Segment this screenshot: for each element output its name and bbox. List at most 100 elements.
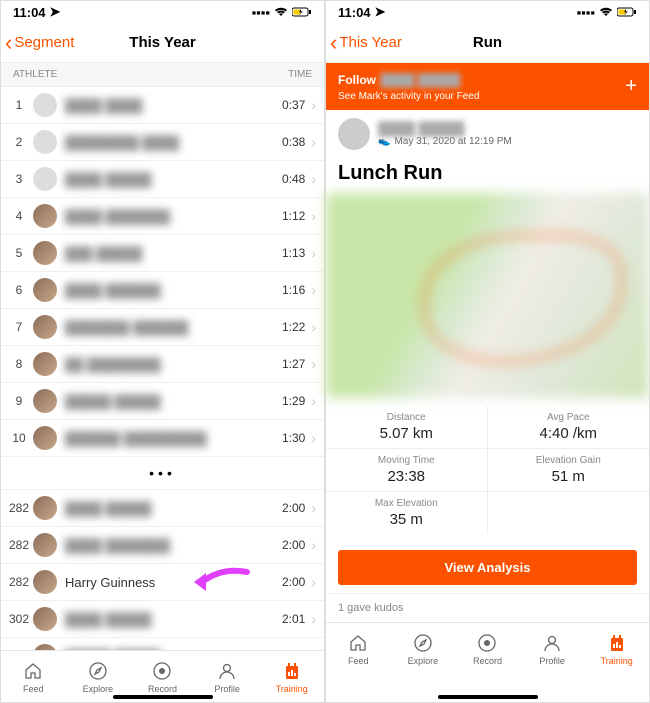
- tab-explore[interactable]: Explore: [391, 623, 456, 674]
- tab-profile[interactable]: Profile: [520, 623, 585, 674]
- profile-icon: [541, 632, 563, 654]
- compass-icon: [412, 632, 434, 654]
- activity-title: Lunch Run: [326, 158, 649, 193]
- leaderboard-row[interactable]: 302████ █████2:01›: [1, 601, 324, 638]
- leaderboard-row[interactable]: 282████ ███████2:00›: [1, 527, 324, 564]
- leaderboard-row[interactable]: 302█████ █████2:01›: [1, 638, 324, 650]
- leaderboard-list[interactable]: 1████ ████0:37›2████████ ████0:38›3████ …: [1, 87, 324, 650]
- leaderboard-row[interactable]: 282████ █████2:00›: [1, 490, 324, 527]
- athlete-name: ██ ████████: [65, 357, 282, 372]
- chevron-right-icon: ›: [311, 500, 316, 516]
- athlete-name: ████ ███████: [65, 538, 282, 553]
- athlete-name: ████ ████: [65, 98, 282, 113]
- tab-feed[interactable]: Feed: [326, 623, 391, 674]
- home-indicator[interactable]: [113, 695, 213, 699]
- profile-icon: [216, 660, 238, 682]
- home-icon: [347, 632, 369, 654]
- athlete-name: ██████ █████████: [65, 431, 282, 446]
- follow-username: ████ █████: [380, 73, 460, 87]
- leaderboard-row[interactable]: 1████ ████0:37›: [1, 87, 324, 124]
- stat-max-elevation: Max Elevation35 m: [326, 492, 488, 534]
- leaderboard-row[interactable]: 282Harry Guinness2:00›: [1, 564, 324, 601]
- back-button[interactable]: ‹ This Year: [326, 32, 406, 54]
- signal-icon: ▪▪▪▪: [577, 5, 595, 20]
- status-bar: 11:04➤ ▪▪▪▪: [326, 1, 649, 23]
- tab-training[interactable]: Training: [259, 651, 324, 702]
- follow-banner[interactable]: Follow ████ █████ See Mark's activity in…: [326, 63, 649, 110]
- right-screen: 11:04➤ ▪▪▪▪ ‹ This Year Run Follow ████ …: [325, 0, 650, 703]
- athlete-name: ████ █████: [65, 501, 282, 516]
- rank: 3: [5, 172, 33, 186]
- signal-icon: ▪▪▪▪: [252, 5, 270, 20]
- user-avatar[interactable]: [338, 118, 370, 150]
- athlete-avatar: [33, 352, 57, 376]
- activity-username[interactable]: ████ █████: [378, 121, 512, 136]
- ellipsis-row: •••: [1, 457, 324, 490]
- leaderboard-row[interactable]: 7███████ ██████1:22›: [1, 309, 324, 346]
- training-icon: [606, 632, 628, 654]
- rank: 2: [5, 135, 33, 149]
- battery-icon: [292, 7, 312, 17]
- follow-label: Follow: [338, 73, 376, 87]
- stats-grid: Distance5.07 km Avg Pace4:40 /km Moving …: [326, 398, 649, 542]
- chevron-right-icon: ›: [311, 319, 316, 335]
- athlete-name: Harry Guinness: [65, 575, 282, 590]
- status-bar: 11:04 ➤ ▪▪▪▪: [1, 1, 324, 23]
- home-indicator[interactable]: [438, 695, 538, 699]
- segment-time: 0:38: [282, 135, 305, 149]
- athlete-name: ████ █████: [65, 612, 282, 627]
- chevron-right-icon: ›: [311, 208, 316, 224]
- col-athlete: ATHLETE: [13, 69, 57, 80]
- chevron-right-icon: ›: [311, 430, 316, 446]
- col-time: TIME: [288, 69, 312, 80]
- tab-record[interactable]: Record: [455, 623, 520, 674]
- leaderboard-row[interactable]: 8██ ████████1:27›: [1, 346, 324, 383]
- activity-date: May 31, 2020 at 12:19 PM: [394, 136, 511, 147]
- location-icon: ➤: [50, 4, 61, 20]
- wifi-icon: [274, 7, 288, 17]
- leaderboard-row[interactable]: 3████ █████0:48›: [1, 161, 324, 198]
- leaderboard-row[interactable]: 10██████ █████████1:30›: [1, 420, 324, 457]
- chevron-right-icon: ›: [311, 393, 316, 409]
- wifi-icon: [599, 7, 613, 17]
- view-analysis-button[interactable]: View Analysis: [338, 550, 637, 585]
- segment-time: 2:01: [282, 612, 305, 626]
- athlete-name: ███ █████: [65, 246, 282, 261]
- status-time: 11:04: [13, 5, 46, 20]
- back-label: Segment: [14, 34, 74, 51]
- tab-training[interactable]: Training: [584, 623, 649, 674]
- segment-time: 0:48: [282, 172, 305, 186]
- athlete-avatar: [33, 204, 57, 228]
- leaderboard-row[interactable]: 5███ █████1:13›: [1, 235, 324, 272]
- chevron-right-icon: ›: [311, 574, 316, 590]
- record-icon: [151, 660, 173, 682]
- leaderboard-row[interactable]: 9█████ █████1:29›: [1, 383, 324, 420]
- segment-time: 2:01: [282, 649, 305, 650]
- athlete-avatar: [33, 167, 57, 191]
- leaderboard-row[interactable]: 6 ████ ██████1:16 ›: [1, 272, 324, 309]
- athlete-name: ████████ ████: [65, 135, 282, 150]
- rank: 302: [5, 649, 33, 650]
- rank: 9: [5, 394, 33, 408]
- back-label: This Year: [339, 34, 402, 51]
- chevron-right-icon: ›: [311, 282, 316, 298]
- plus-icon[interactable]: +: [625, 75, 637, 98]
- activity-map[interactable]: [326, 193, 649, 398]
- rank: 7: [5, 320, 33, 334]
- rank: 5: [5, 246, 33, 260]
- segment-time: 1:16: [282, 283, 305, 297]
- tab-feed[interactable]: Feed: [1, 651, 66, 702]
- athlete-avatar: [33, 278, 57, 302]
- leaderboard-row[interactable]: 4████ ███████1:12›: [1, 198, 324, 235]
- athlete-avatar: [33, 607, 57, 631]
- kudos-text[interactable]: 1 gave kudos: [326, 593, 649, 622]
- athlete-name: ████ ██████: [65, 283, 282, 298]
- athlete-name: █████ █████: [65, 394, 282, 409]
- rank: 6: [5, 283, 33, 297]
- battery-icon: [617, 7, 637, 17]
- leaderboard-row[interactable]: 2████████ ████0:38›: [1, 124, 324, 161]
- back-button[interactable]: ‹ Segment: [1, 32, 78, 54]
- rank: 4: [5, 209, 33, 223]
- home-icon: [22, 660, 44, 682]
- segment-time: 1:30: [282, 431, 305, 445]
